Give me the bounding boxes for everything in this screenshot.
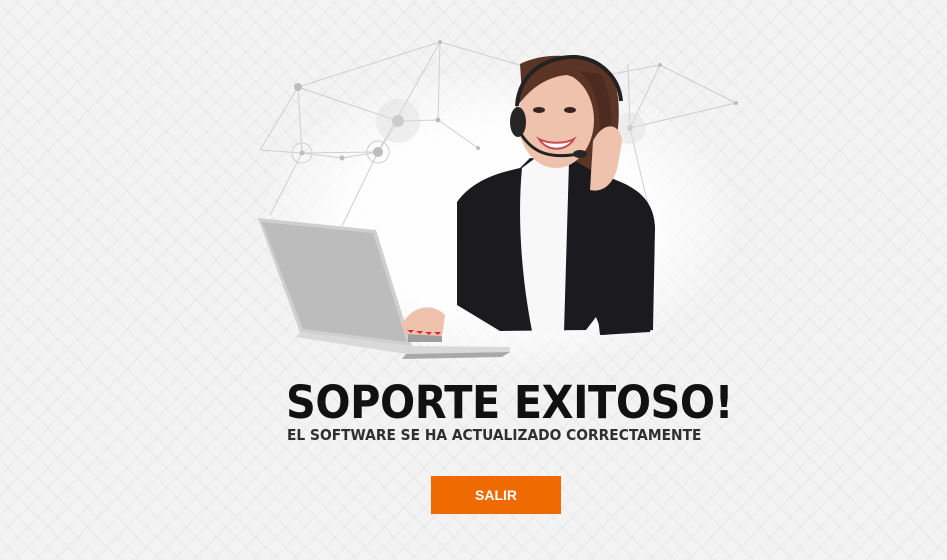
hero-illustration	[230, 30, 750, 370]
exit-button[interactable]: SALIR	[431, 476, 561, 514]
success-title: SOPORTE EXITOSO!	[286, 376, 734, 429]
support-agent-illustration	[258, 40, 738, 359]
headset-icon	[510, 107, 526, 137]
success-subtitle: EL SOFTWARE SE HA ACTUALIZADO CORRECTAME…	[287, 426, 702, 444]
support-agent-figure	[402, 54, 655, 336]
success-screen: SOPORTE EXITOSO! EL SOFTWARE SE HA ACTUA…	[0, 0, 947, 560]
